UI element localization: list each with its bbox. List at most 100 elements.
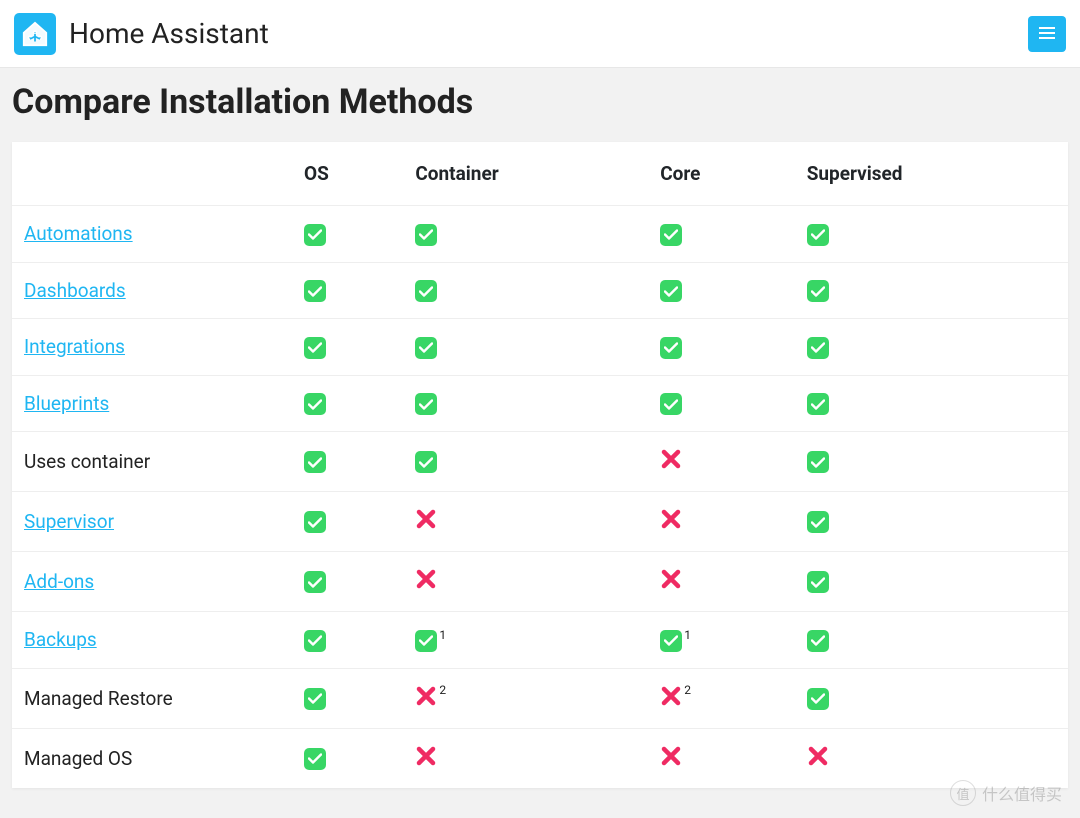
cell-mark xyxy=(807,571,829,593)
table-row: Dashboards xyxy=(12,262,1068,319)
value-cell xyxy=(403,375,648,432)
cell-mark xyxy=(807,451,829,473)
cell-mark xyxy=(304,571,326,593)
check-icon xyxy=(660,280,682,302)
value-cell xyxy=(403,262,648,319)
value-cell xyxy=(648,728,794,788)
feature-cell: Automations xyxy=(12,206,292,263)
cross-icon xyxy=(660,745,682,767)
cross-icon xyxy=(660,568,682,590)
check-icon xyxy=(660,393,682,415)
home-assistant-logo-icon xyxy=(14,13,56,55)
feature-link[interactable]: Supervisor xyxy=(24,510,114,533)
table-row: Managed OS xyxy=(12,728,1068,788)
table-row: Integrations xyxy=(12,319,1068,376)
brand-title: Home Assistant xyxy=(69,17,269,50)
feature-cell: Managed OS xyxy=(12,728,292,788)
feature-link[interactable]: Dashboards xyxy=(24,279,126,302)
cell-mark xyxy=(660,448,682,470)
value-cell: 1 xyxy=(403,612,648,669)
cell-mark xyxy=(660,224,682,246)
header-os: OS xyxy=(292,142,403,206)
cell-mark xyxy=(660,280,682,302)
check-icon xyxy=(415,337,437,359)
table-row: Backups 1 1 xyxy=(12,612,1068,669)
feature-link[interactable]: Add-ons xyxy=(24,570,94,593)
feature-cell: Integrations xyxy=(12,319,292,376)
check-icon xyxy=(304,748,326,770)
value-cell xyxy=(403,319,648,376)
value-cell xyxy=(292,728,403,788)
feature-link[interactable]: Integrations xyxy=(24,335,125,358)
footnote-marker: 2 xyxy=(439,683,446,697)
value-cell xyxy=(795,668,1068,728)
cell-mark xyxy=(304,224,326,246)
footnote-marker: 1 xyxy=(684,628,691,642)
check-icon xyxy=(304,511,326,533)
cell-mark xyxy=(304,511,326,533)
feature-link[interactable]: Blueprints xyxy=(24,392,109,415)
value-cell xyxy=(403,728,648,788)
feature-link[interactable]: Automations xyxy=(24,222,133,245)
check-icon xyxy=(304,571,326,593)
cell-mark xyxy=(415,508,437,530)
value-cell xyxy=(795,432,1068,492)
check-icon xyxy=(807,630,829,652)
value-cell xyxy=(795,206,1068,263)
feature-cell: Uses container xyxy=(12,432,292,492)
value-cell xyxy=(292,492,403,552)
value-cell xyxy=(648,492,794,552)
cell-mark xyxy=(660,745,682,767)
cell-mark xyxy=(415,568,437,590)
cell-mark xyxy=(807,688,829,710)
check-icon xyxy=(304,630,326,652)
cell-mark xyxy=(807,630,829,652)
value-cell: 1 xyxy=(648,612,794,669)
check-icon xyxy=(304,224,326,246)
value-cell xyxy=(292,612,403,669)
cell-mark xyxy=(415,337,437,359)
value-cell xyxy=(795,319,1068,376)
cell-mark xyxy=(807,511,829,533)
check-icon xyxy=(807,571,829,593)
check-icon xyxy=(415,451,437,473)
feature-cell: Dashboards xyxy=(12,262,292,319)
cross-icon xyxy=(415,685,437,707)
cell-mark: 2 xyxy=(660,685,691,707)
value-cell xyxy=(403,206,648,263)
table-row: Managed Restore 2 2 xyxy=(12,668,1068,728)
cell-mark xyxy=(304,337,326,359)
value-cell xyxy=(292,432,403,492)
value-cell xyxy=(648,432,794,492)
menu-button[interactable] xyxy=(1028,16,1066,52)
cross-icon xyxy=(660,685,682,707)
cross-icon xyxy=(660,448,682,470)
feature-cell: Managed Restore xyxy=(12,668,292,728)
page-title: Compare Installation Methods xyxy=(12,82,1080,122)
check-icon xyxy=(660,224,682,246)
feature-link[interactable]: Backups xyxy=(24,628,97,651)
cell-mark xyxy=(660,337,682,359)
feature-label: Managed OS xyxy=(24,747,132,770)
cell-mark xyxy=(304,748,326,770)
check-icon xyxy=(660,337,682,359)
check-icon xyxy=(807,451,829,473)
check-icon xyxy=(304,688,326,710)
value-cell xyxy=(403,492,648,552)
feature-cell: Backups xyxy=(12,612,292,669)
header-supervised: Supervised xyxy=(795,142,1068,206)
cell-mark xyxy=(415,393,437,415)
cell-mark xyxy=(304,630,326,652)
header-empty xyxy=(12,142,292,206)
value-cell xyxy=(648,375,794,432)
cell-mark xyxy=(807,393,829,415)
cross-icon xyxy=(415,745,437,767)
check-icon xyxy=(807,337,829,359)
value-cell xyxy=(795,728,1068,788)
cell-mark xyxy=(415,745,437,767)
value-cell xyxy=(292,262,403,319)
brand[interactable]: Home Assistant xyxy=(14,13,269,55)
cell-mark xyxy=(415,451,437,473)
cell-mark xyxy=(304,451,326,473)
cell-mark xyxy=(304,393,326,415)
